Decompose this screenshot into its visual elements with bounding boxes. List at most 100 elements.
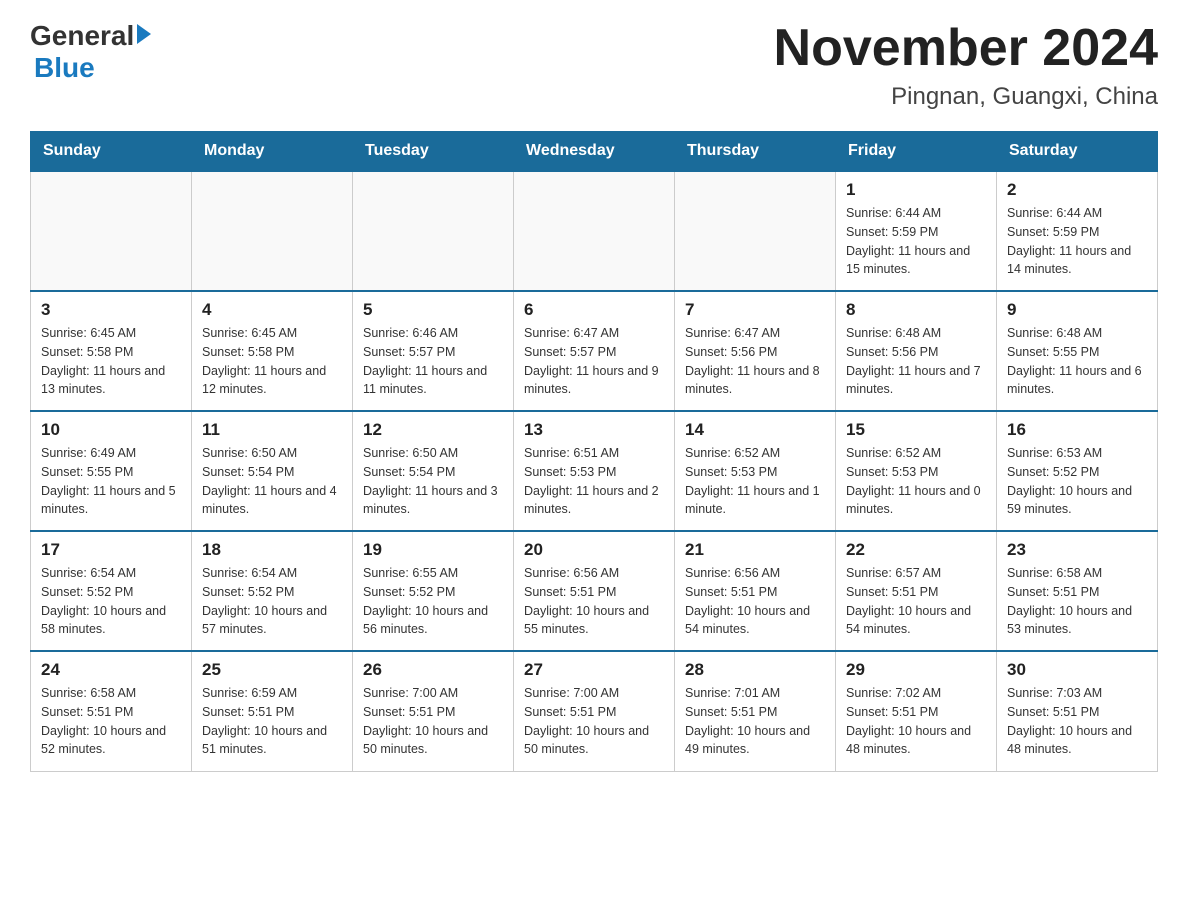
header: General Blue November 2024 Pingnan, Guan…: [30, 20, 1158, 111]
day-number: 4: [202, 300, 342, 320]
day-info: Sunrise: 6:52 AM Sunset: 5:53 PM Dayligh…: [846, 444, 986, 519]
day-info: Sunrise: 6:54 AM Sunset: 5:52 PM Dayligh…: [41, 564, 181, 639]
calendar-cell: 6 Sunrise: 6:47 AM Sunset: 5:57 PM Daylig…: [514, 291, 675, 411]
week-row-4: 17 Sunrise: 6:54 AM Sunset: 5:52 PM Dayli…: [31, 531, 1158, 651]
calendar-cell: 3 Sunrise: 6:45 AM Sunset: 5:58 PM Daylig…: [31, 291, 192, 411]
day-number: 12: [363, 420, 503, 440]
calendar-cell: 16 Sunrise: 6:53 AM Sunset: 5:52 PM Dayli…: [997, 411, 1158, 531]
day-info: Sunrise: 6:50 AM Sunset: 5:54 PM Dayligh…: [202, 444, 342, 519]
calendar-cell: 20 Sunrise: 6:56 AM Sunset: 5:51 PM Dayli…: [514, 531, 675, 651]
day-number: 24: [41, 660, 181, 680]
day-info: Sunrise: 7:03 AM Sunset: 5:51 PM Dayligh…: [1007, 684, 1147, 759]
day-number: 19: [363, 540, 503, 560]
day-info: Sunrise: 6:58 AM Sunset: 5:51 PM Dayligh…: [41, 684, 181, 759]
day-number: 28: [685, 660, 825, 680]
weekday-header-row: SundayMondayTuesdayWednesdayThursdayFrid…: [31, 132, 1158, 172]
calendar-cell: 21Sunrise: 6:56 AM Sunset: 5:51 PM Dayli…: [675, 531, 836, 651]
calendar-table: SundayMondayTuesdayWednesdayThursdayFrid…: [30, 131, 1158, 772]
day-info: Sunrise: 6:47 AM Sunset: 5:57 PM Dayligh…: [524, 324, 664, 399]
day-info: Sunrise: 6:45 AM Sunset: 5:58 PM Dayligh…: [41, 324, 181, 399]
day-number: 20: [524, 540, 664, 560]
day-number: 25: [202, 660, 342, 680]
day-info: Sunrise: 7:01 AM Sunset: 5:51 PM Dayligh…: [685, 684, 825, 759]
logo-triangle-icon: [137, 24, 151, 44]
day-number: 16: [1007, 420, 1147, 440]
day-info: Sunrise: 6:44 AM Sunset: 5:59 PM Dayligh…: [846, 204, 986, 279]
calendar-cell: 22 Sunrise: 6:57 AM Sunset: 5:51 PM Dayli…: [836, 531, 997, 651]
weekday-header-thursday: Thursday: [675, 132, 836, 172]
calendar-body: 1Sunrise: 6:44 AM Sunset: 5:59 PM Daylig…: [31, 171, 1158, 771]
day-info: Sunrise: 6:46 AM Sunset: 5:57 PM Dayligh…: [363, 324, 503, 399]
day-info: Sunrise: 6:55 AM Sunset: 5:52 PM Dayligh…: [363, 564, 503, 639]
day-number: 21: [685, 540, 825, 560]
day-number: 17: [41, 540, 181, 560]
day-number: 2: [1007, 180, 1147, 200]
title-area: November 2024 Pingnan, Guangxi, China: [774, 20, 1158, 111]
day-info: Sunrise: 6:58 AM Sunset: 5:51 PM Dayligh…: [1007, 564, 1147, 639]
day-info: Sunrise: 6:56 AM Sunset: 5:51 PM Dayligh…: [524, 564, 664, 639]
day-info: Sunrise: 6:48 AM Sunset: 5:55 PM Dayligh…: [1007, 324, 1147, 399]
calendar-cell: 19 Sunrise: 6:55 AM Sunset: 5:52 PM Dayli…: [353, 531, 514, 651]
calendar-cell: 23Sunrise: 6:58 AM Sunset: 5:51 PM Dayli…: [997, 531, 1158, 651]
day-info: Sunrise: 6:49 AM Sunset: 5:55 PM Dayligh…: [41, 444, 181, 519]
calendar-cell: 10 Sunrise: 6:49 AM Sunset: 5:55 PM Dayli…: [31, 411, 192, 531]
day-info: Sunrise: 6:57 AM Sunset: 5:51 PM Dayligh…: [846, 564, 986, 639]
day-info: Sunrise: 7:02 AM Sunset: 5:51 PM Dayligh…: [846, 684, 986, 759]
logo: General Blue: [30, 20, 151, 84]
calendar-cell: 13 Sunrise: 6:51 AM Sunset: 5:53 PM Dayli…: [514, 411, 675, 531]
calendar-cell: [192, 171, 353, 291]
weekday-header-wednesday: Wednesday: [514, 132, 675, 172]
day-number: 10: [41, 420, 181, 440]
day-info: Sunrise: 6:59 AM Sunset: 5:51 PM Dayligh…: [202, 684, 342, 759]
calendar-cell: 17 Sunrise: 6:54 AM Sunset: 5:52 PM Dayli…: [31, 531, 192, 651]
day-info: Sunrise: 6:44 AM Sunset: 5:59 PM Dayligh…: [1007, 204, 1147, 279]
calendar-title: November 2024: [774, 20, 1158, 77]
day-number: 30: [1007, 660, 1147, 680]
calendar-cell: 2 Sunrise: 6:44 AM Sunset: 5:59 PM Daylig…: [997, 171, 1158, 291]
calendar-cell: 29 Sunrise: 7:02 AM Sunset: 5:51 PM Dayli…: [836, 651, 997, 771]
day-info: Sunrise: 6:50 AM Sunset: 5:54 PM Dayligh…: [363, 444, 503, 519]
week-row-3: 10 Sunrise: 6:49 AM Sunset: 5:55 PM Dayli…: [31, 411, 1158, 531]
day-info: Sunrise: 6:52 AM Sunset: 5:53 PM Dayligh…: [685, 444, 825, 519]
calendar-cell: 26 Sunrise: 7:00 AM Sunset: 5:51 PM Dayli…: [353, 651, 514, 771]
calendar-cell: 25 Sunrise: 6:59 AM Sunset: 5:51 PM Dayli…: [192, 651, 353, 771]
day-info: Sunrise: 6:53 AM Sunset: 5:52 PM Dayligh…: [1007, 444, 1147, 519]
day-number: 9: [1007, 300, 1147, 320]
calendar-cell: 27Sunrise: 7:00 AM Sunset: 5:51 PM Dayli…: [514, 651, 675, 771]
day-number: 27: [524, 660, 664, 680]
day-number: 13: [524, 420, 664, 440]
calendar-cell: [514, 171, 675, 291]
calendar-cell: 18Sunrise: 6:54 AM Sunset: 5:52 PM Dayli…: [192, 531, 353, 651]
calendar-subtitle: Pingnan, Guangxi, China: [774, 83, 1158, 111]
day-number: 15: [846, 420, 986, 440]
day-number: 7: [685, 300, 825, 320]
day-number: 8: [846, 300, 986, 320]
calendar-cell: 24 Sunrise: 6:58 AM Sunset: 5:51 PM Dayli…: [31, 651, 192, 771]
calendar-cell: 30 Sunrise: 7:03 AM Sunset: 5:51 PM Dayli…: [997, 651, 1158, 771]
day-number: 26: [363, 660, 503, 680]
calendar-cell: 28 Sunrise: 7:01 AM Sunset: 5:51 PM Dayli…: [675, 651, 836, 771]
day-number: 3: [41, 300, 181, 320]
week-row-2: 3 Sunrise: 6:45 AM Sunset: 5:58 PM Daylig…: [31, 291, 1158, 411]
calendar-cell: 8 Sunrise: 6:48 AM Sunset: 5:56 PM Daylig…: [836, 291, 997, 411]
weekday-header-monday: Monday: [192, 132, 353, 172]
week-row-1: 1Sunrise: 6:44 AM Sunset: 5:59 PM Daylig…: [31, 171, 1158, 291]
day-number: 22: [846, 540, 986, 560]
calendar-cell: 4 Sunrise: 6:45 AM Sunset: 5:58 PM Daylig…: [192, 291, 353, 411]
calendar-cell: [675, 171, 836, 291]
calendar-cell: 1Sunrise: 6:44 AM Sunset: 5:59 PM Daylig…: [836, 171, 997, 291]
day-info: Sunrise: 6:48 AM Sunset: 5:56 PM Dayligh…: [846, 324, 986, 399]
calendar-cell: 9 Sunrise: 6:48 AM Sunset: 5:55 PM Daylig…: [997, 291, 1158, 411]
day-number: 5: [363, 300, 503, 320]
day-info: Sunrise: 6:45 AM Sunset: 5:58 PM Dayligh…: [202, 324, 342, 399]
day-number: 6: [524, 300, 664, 320]
day-info: Sunrise: 6:54 AM Sunset: 5:52 PM Dayligh…: [202, 564, 342, 639]
day-info: Sunrise: 6:51 AM Sunset: 5:53 PM Dayligh…: [524, 444, 664, 519]
weekday-header-tuesday: Tuesday: [353, 132, 514, 172]
calendar-cell: 15 Sunrise: 6:52 AM Sunset: 5:53 PM Dayli…: [836, 411, 997, 531]
calendar-cell: [353, 171, 514, 291]
calendar-cell: 11Sunrise: 6:50 AM Sunset: 5:54 PM Dayli…: [192, 411, 353, 531]
day-info: Sunrise: 7:00 AM Sunset: 5:51 PM Dayligh…: [363, 684, 503, 759]
logo-general-text: General: [30, 20, 134, 52]
day-number: 29: [846, 660, 986, 680]
